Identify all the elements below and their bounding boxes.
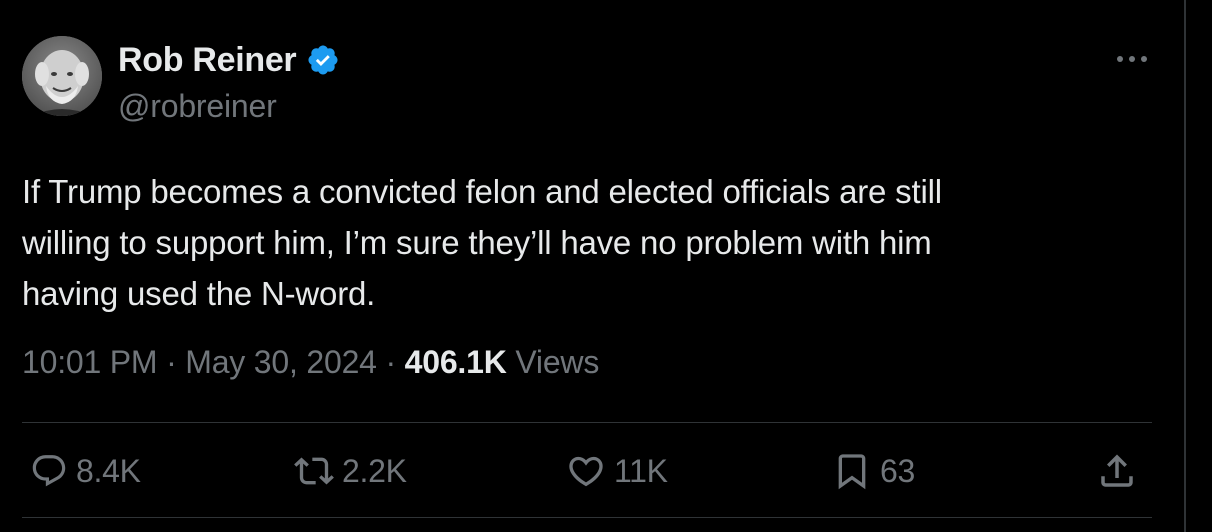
bookmark-count: 63	[880, 452, 915, 489]
avatar[interactable]	[22, 36, 102, 116]
tweet-time[interactable]: 10:01 PM	[22, 344, 158, 380]
author-handle[interactable]: @robreiner	[118, 88, 277, 125]
tweet-text-line: If Trump becomes a convicted felon and e…	[22, 173, 942, 210]
author-name-row: Rob Reiner	[118, 40, 340, 80]
tweet-card: Rob Reiner @robreiner If Trump becomes a…	[0, 0, 1212, 532]
timeline-border	[1184, 0, 1186, 532]
avatar-image	[22, 36, 102, 116]
reply-count: 8.4K	[76, 452, 141, 489]
repost-count: 2.2K	[342, 452, 407, 489]
tweet-text-line: having used the N-word.	[22, 275, 376, 312]
tweet-date[interactable]: May 30, 2024	[185, 344, 377, 380]
views-count: 406.1K	[404, 344, 507, 380]
like-count: 11K	[614, 452, 668, 489]
heart-icon	[569, 456, 603, 487]
repost-button[interactable]: 2.2K	[294, 446, 407, 496]
like-button[interactable]: 11K	[566, 446, 668, 496]
share-button[interactable]	[1096, 446, 1138, 496]
share-upload-icon	[1101, 454, 1133, 487]
divider	[22, 422, 1152, 423]
views-label: Views	[515, 344, 600, 380]
more-horizontal-icon	[1117, 56, 1147, 62]
bookmark-button[interactable]: 63	[832, 446, 915, 496]
reply-bubble-icon	[32, 455, 66, 487]
bookmark-icon	[838, 454, 866, 490]
verified-badge-icon[interactable]	[306, 43, 340, 77]
repost-arrows-icon	[294, 457, 334, 485]
tweet-text: If Trump becomes a convicted felon and e…	[22, 166, 1122, 319]
meta-separator: ·	[385, 344, 396, 380]
reply-button[interactable]: 8.4K	[30, 446, 141, 496]
display-name[interactable]: Rob Reiner	[118, 41, 297, 80]
more-options-button[interactable]	[1112, 44, 1152, 74]
tweet-meta: 10:01 PM · May 30, 2024 · 406.1K Views	[22, 344, 599, 381]
tweet-text-line: willing to support him, I’m sure they’ll…	[22, 224, 932, 261]
meta-separator: ·	[166, 344, 177, 380]
divider	[22, 517, 1152, 518]
